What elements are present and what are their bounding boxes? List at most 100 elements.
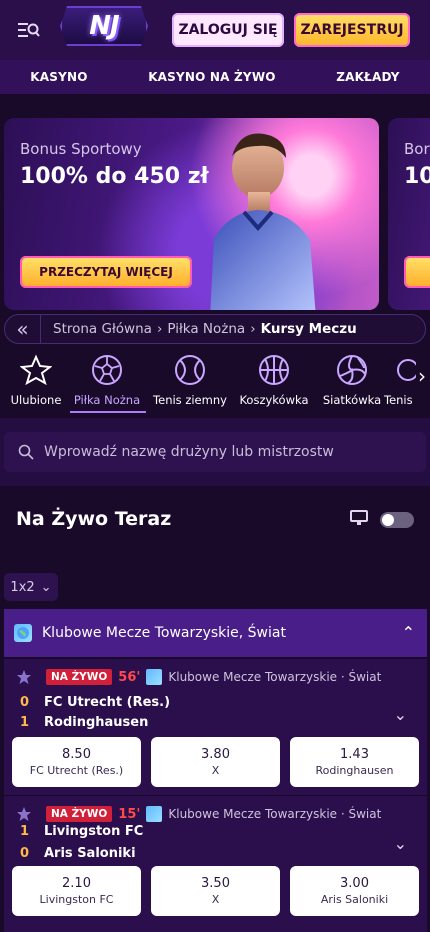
match-meta: NA ŻYWO 15' Klubowe Mecze Towarzyskie · … [16,806,381,822]
live-stream-toggle[interactable] [380,512,414,528]
away-team: 1 Rodinghausen [20,715,148,730]
nav-bets[interactable]: ZAKŁADY [336,70,399,84]
sport-label: Siatkówka [322,393,382,407]
bet-type-value: 1x2 [10,579,35,595]
breadcrumb-current: Kursy Meczu [260,321,357,337]
active-tab-indicator [70,411,146,413]
promo-banner-next[interactable]: Bor 10 [388,118,430,310]
promo-banner-sports[interactable]: Bonus Sportowy 100% do 450 zł PRZECZYTAJ… [4,118,379,310]
match-minute: 15' [118,806,141,822]
monitor-icon[interactable] [350,510,368,526]
sport-label: Koszykówka [239,393,309,407]
volleyball-icon [337,355,367,385]
top-header: NJ ZALOGUJ SIĘ ZAREJESTRUJ [0,0,430,60]
odd-home[interactable]: 2.10 Livingston FC [12,866,141,916]
promo-title: 100% do 450 zł [20,164,209,189]
odd-label: X [211,893,220,906]
away-name: Aris Saloniki [44,846,136,861]
chevron-right-icon[interactable]: › [418,364,426,388]
read-more-button-2[interactable] [404,256,430,288]
away-score: 0 [20,846,30,861]
chevron-down-icon[interactable]: ⌄ [394,834,407,853]
brand-logo[interactable]: NJ [60,6,148,46]
league-name: Klubowe Mecze Towarzyskie, Świat [42,625,286,641]
match-card[interactable]: NA ŻYWO 15' Klubowe Mecze Towarzyskie · … [4,796,427,932]
home-name: Livingston FC [44,824,144,839]
odd-value: 2.10 [62,876,91,891]
sport-volleyball[interactable]: Siatkówka [312,354,392,407]
globe-icon [14,624,32,642]
breadcrumb-soccer[interactable]: Piłka Nożna [167,321,245,337]
promo-subtitle: Bonus Sportowy [20,140,142,158]
sport-label: Ulubione [10,393,62,407]
home-name: FC Utrecht (Res.) [44,695,171,710]
away-name: Rodinghausen [44,715,149,730]
odd-label: FC Utrecht (Res.) [29,764,124,777]
home-score: 0 [20,695,30,710]
menu-search-icon[interactable] [16,17,42,43]
login-button[interactable]: ZALOGUJ SIĘ [172,13,284,47]
breadcrumb-home[interactable]: Strona Główna [53,321,152,337]
sport-label: Tenis [384,393,413,407]
odd-away[interactable]: 1.43 Rodinghausen [290,737,419,787]
match-competition: Klubowe Mecze Towarzyskie · Świat [168,670,382,684]
home-team: 0 FC Utrecht (Res.) [20,695,170,710]
live-badge: NA ŻYWO [46,806,113,822]
chevron-down-icon[interactable]: ⌄ [394,705,407,724]
odd-label: Aris Saloniki [320,893,389,906]
tennis-ball-icon [175,355,205,385]
read-more-button[interactable]: PRZECZYTAJ WIĘCEJ [20,256,192,288]
sport-soccer[interactable]: Piłka Nożna [67,354,147,407]
favorite-star-icon[interactable] [16,669,32,685]
odd-value: 3.80 [201,747,230,762]
breadcrumb-separator: › [250,321,256,337]
odd-label: X [211,764,220,777]
tennis-icon [397,359,416,381]
search-icon [18,444,34,460]
sport-label: Tenis ziemny [153,393,227,407]
nav-casino[interactable]: KASYNO [30,70,87,84]
odd-home[interactable]: 8.50 FC Utrecht (Res.) [12,737,141,787]
breadcrumb: « Strona Główna › Piłka Nożna › Kursy Me… [4,314,426,344]
star-icon [20,354,52,386]
odds-row: 2.10 Livingston FC 3.50 X 3.00 Aris Salo… [12,866,419,916]
player-illustration [210,133,316,310]
search-placeholder: Wprowadź nazwę drużyny lub mistrzostw [44,444,334,460]
globe-icon [146,669,163,685]
search-input[interactable]: Wprowadź nazwę drużyny lub mistrzostw [4,432,426,472]
odd-value: 3.00 [340,876,369,891]
sport-label: Piłka Nożna [73,393,141,407]
bet-type-select[interactable]: 1x2 ⌄ [4,573,58,601]
favorite-star-icon[interactable] [16,806,32,822]
basketball-icon [259,355,289,385]
odds-row: 8.50 FC Utrecht (Res.) 3.80 X 1.43 Rodin… [12,737,419,787]
breadcrumb-separator: › [156,321,163,337]
league-header[interactable]: Klubowe Mecze Towarzyskie, Świat ⌃ [4,609,427,657]
spacer [0,94,430,118]
register-button[interactable]: ZAREJESTRUJ [294,13,410,47]
main-nav: KASYNO KASYNO NA ŻYWO ZAKŁADY [0,60,430,94]
odd-value: 8.50 [62,747,91,762]
odd-value: 1.43 [340,747,369,762]
odd-label: Livingston FC [39,893,114,906]
promo-carousel[interactable]: Bonus Sportowy 100% do 450 zł PRZECZYTAJ… [0,118,430,314]
soccer-ball-icon [92,355,122,385]
match-minute: 56' [118,669,141,685]
live-now-title: Na Żywo Teraz [16,508,172,530]
globe-icon [146,806,163,822]
odd-draw[interactable]: 3.80 X [151,737,280,787]
away-score: 1 [20,715,30,730]
sport-tennis[interactable]: Tenis ziemny [150,354,230,407]
odd-label: Rodinghausen [315,764,394,777]
odd-draw[interactable]: 3.50 X [151,866,280,916]
search-section: Wprowadź nazwę drużyny lub mistrzostw [0,418,430,486]
double-chevron-left-icon[interactable]: « [5,315,41,343]
home-team: 1 Livingston FC [20,824,143,839]
sport-basketball[interactable]: Koszykówka [234,354,314,407]
nav-live-casino[interactable]: KASYNO NA ŻYWO [148,70,275,84]
odd-away[interactable]: 3.00 Aris Saloniki [290,866,419,916]
sport-favorites[interactable]: Ulubione [0,354,76,407]
chevron-up-icon[interactable]: ⌃ [402,623,415,642]
chevron-down-icon: ⌄ [40,579,52,595]
match-card[interactable]: NA ŻYWO 56' Klubowe Mecze Towarzyskie · … [4,659,427,795]
